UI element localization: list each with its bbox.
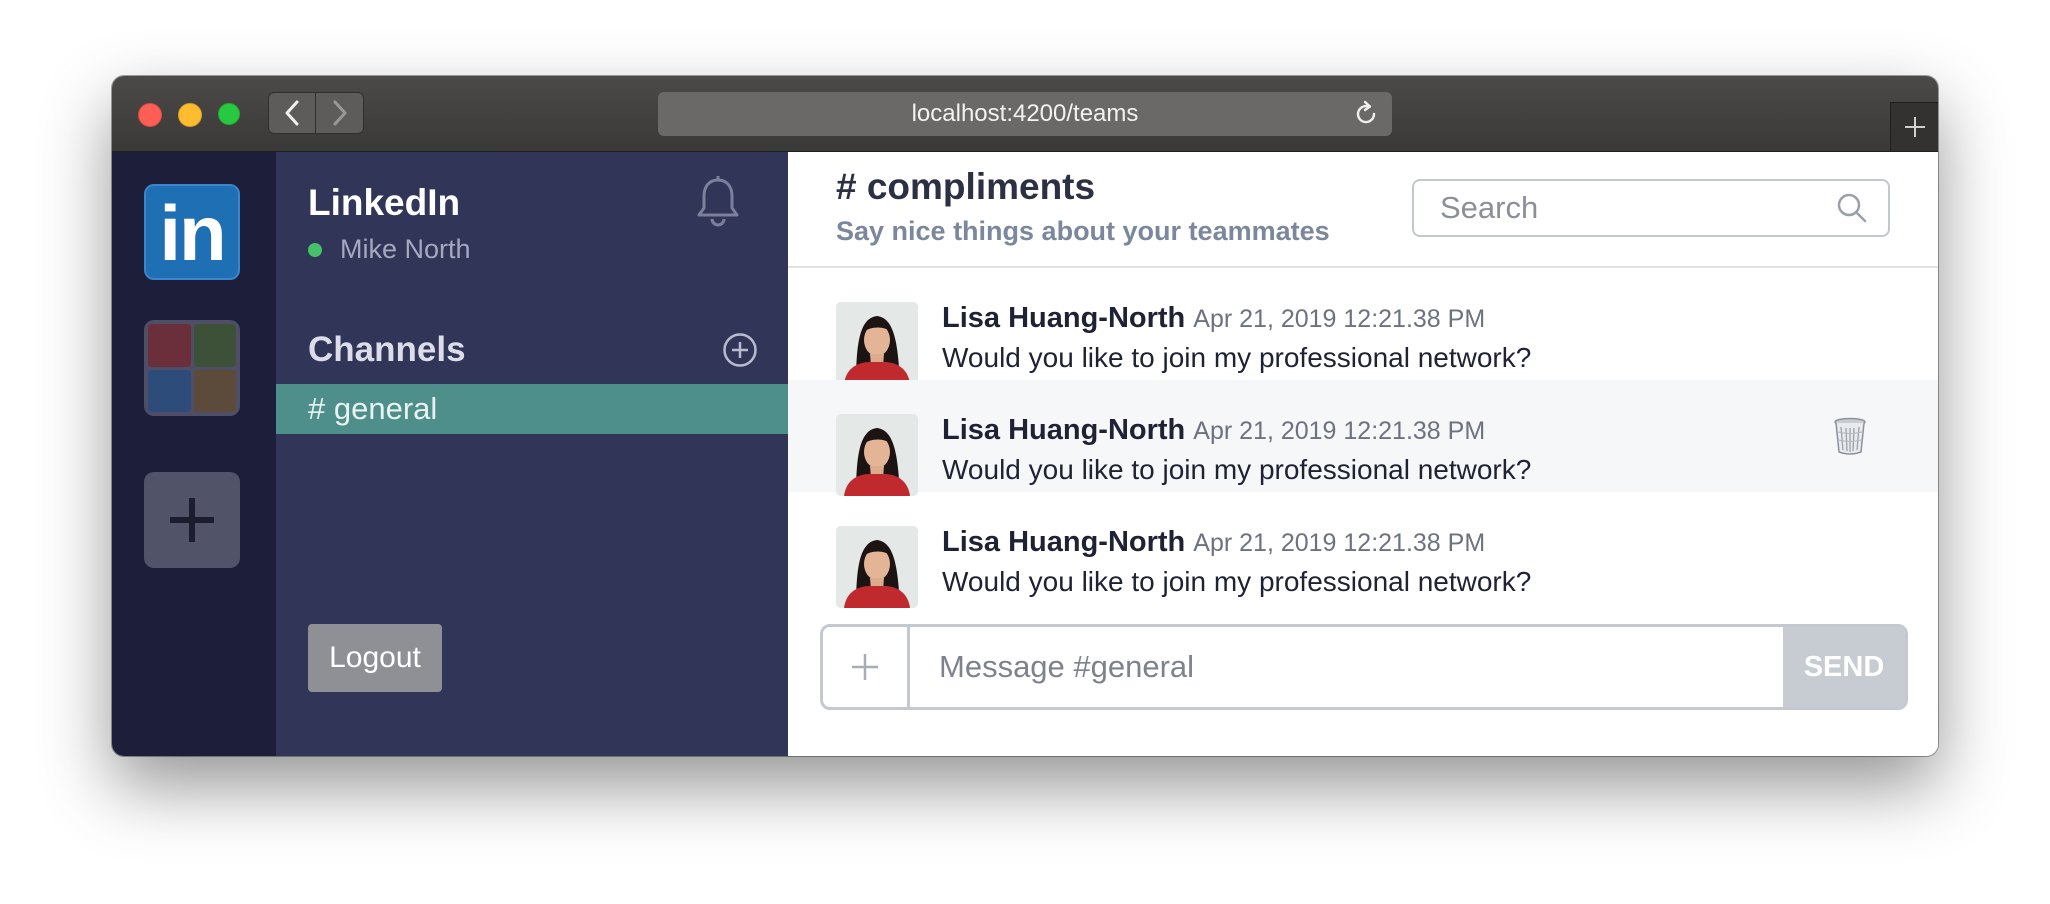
author-name: Lisa Huang-North	[942, 414, 1186, 446]
message-timestamp: Apr 21, 2019 12:21.38 PM	[1193, 305, 1486, 333]
team-tile	[148, 324, 191, 367]
author-name: Lisa Huang-North	[942, 302, 1186, 334]
attach-button[interactable]	[823, 627, 910, 707]
add-channel-icon[interactable]	[722, 332, 758, 368]
message-input[interactable]	[939, 645, 1719, 689]
online-status-dot	[308, 242, 322, 257]
chat-main: # compliments Say nice things about your…	[788, 152, 1938, 756]
close-window-button[interactable]	[138, 103, 162, 127]
current-user: Mike North	[308, 234, 471, 265]
search-box	[1412, 179, 1890, 237]
team-name: LinkedIn	[308, 182, 461, 223]
title-bar: localhost:4200/teams	[112, 76, 1938, 152]
author-name: Lisa Huang-North	[942, 526, 1186, 558]
minimize-window-button[interactable]	[178, 103, 202, 127]
address-bar[interactable]: localhost:4200/teams	[658, 92, 1392, 136]
forward-button[interactable]	[316, 92, 364, 134]
avatar	[836, 414, 918, 496]
team-tile	[193, 324, 236, 367]
channel-description: Say nice things about your teammates	[836, 216, 1330, 246]
reload-icon[interactable]	[1352, 100, 1380, 128]
message-text: Would you like to join my professional n…	[942, 454, 1532, 485]
logout-button[interactable]: Logout	[308, 624, 442, 692]
channel-item-general[interactable]: # general	[276, 384, 788, 434]
message-composer: SEND	[820, 624, 1908, 710]
url-text: localhost:4200/teams	[911, 100, 1139, 127]
message-text: Would you like to join my professional n…	[942, 566, 1532, 597]
plus-icon	[1904, 117, 1925, 137]
search-input[interactable]	[1440, 190, 1820, 226]
bell-icon[interactable]	[694, 174, 742, 230]
team-tile	[148, 369, 191, 412]
plus-icon	[852, 654, 878, 680]
new-tab-button[interactable]	[1890, 102, 1938, 151]
message-timestamp: Apr 21, 2019 12:21.38 PM	[1193, 417, 1486, 445]
avatar	[836, 302, 918, 384]
team-linkedin[interactable]: in	[144, 184, 240, 280]
message-timestamp: Apr 21, 2019 12:21.38 PM	[1193, 529, 1486, 557]
team-tile	[193, 369, 236, 412]
message-item: Lisa Huang-North Apr 21, 2019 12:21.38 PM…	[788, 268, 1938, 384]
team-other[interactable]	[144, 320, 240, 416]
channel-sidebar: LinkedIn Mike North Channels # general L…	[276, 152, 788, 756]
linkedin-logo: in	[159, 189, 226, 277]
trash-icon[interactable]	[1832, 416, 1868, 456]
message-list: Lisa Huang-North Apr 21, 2019 12:21.38 PM…	[788, 268, 1938, 622]
team-rail: in	[112, 152, 276, 756]
chevron-left-icon	[285, 100, 299, 126]
search-icon[interactable]	[1836, 192, 1868, 224]
send-button[interactable]: SEND	[1783, 627, 1905, 707]
avatar	[836, 526, 918, 608]
channel-title: # compliments	[836, 166, 1096, 207]
message-author: Lisa Huang-North Apr 21, 2019 12:21.38 PM	[942, 526, 1485, 559]
browser-window: localhost:4200/teams in LinkedIn Mike No…	[112, 76, 1938, 756]
user-name: Mike North	[340, 234, 471, 264]
back-button[interactable]	[268, 92, 316, 134]
plus-icon	[170, 498, 214, 542]
message-item: Lisa Huang-North Apr 21, 2019 12:21.38 PM…	[788, 492, 1938, 608]
zoom-window-button[interactable]	[218, 103, 240, 125]
message-text: Would you like to join my professional n…	[942, 342, 1532, 373]
chevron-right-icon	[333, 100, 346, 126]
message-author: Lisa Huang-North Apr 21, 2019 12:21.38 PM	[942, 414, 1485, 447]
channels-heading: Channels	[308, 330, 466, 369]
add-team-button[interactable]	[144, 472, 240, 568]
message-author: Lisa Huang-North Apr 21, 2019 12:21.38 PM	[942, 302, 1485, 335]
message-item: Lisa Huang-North Apr 21, 2019 12:21.38 PM…	[788, 380, 1938, 496]
